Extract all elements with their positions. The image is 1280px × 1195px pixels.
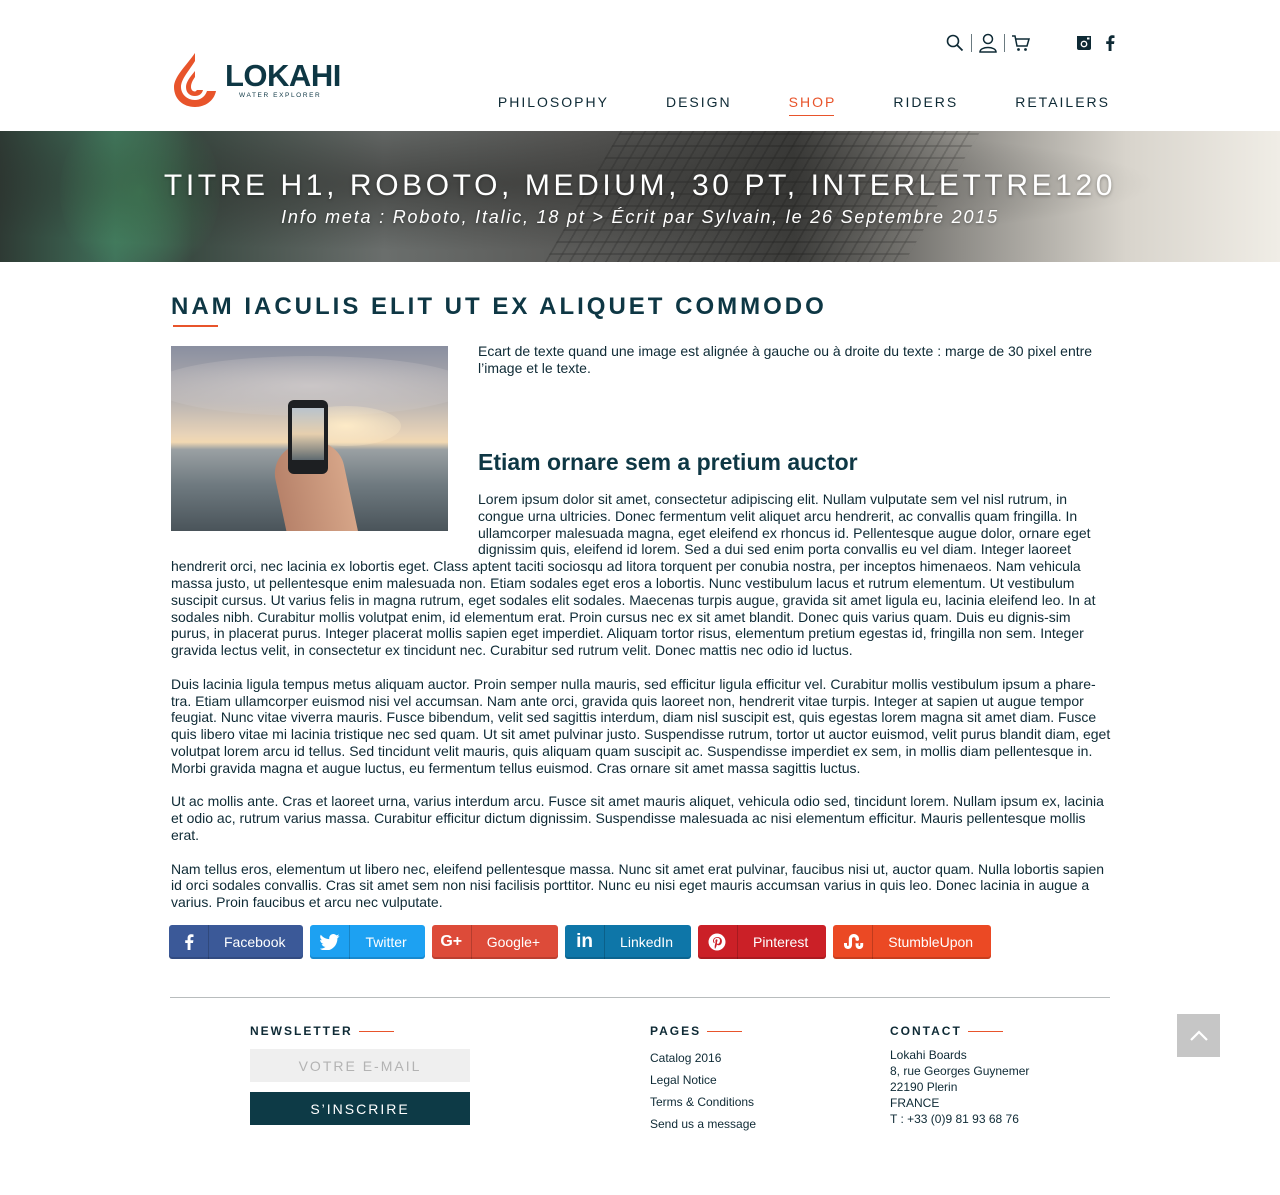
link-terms[interactable]: Terms & Conditions <box>650 1095 754 1109</box>
brand-tagline: WATER EXPLORER <box>239 92 322 99</box>
subscribe-button[interactable]: S’INSCRIRE <box>250 1092 470 1125</box>
title-underline <box>358 1031 394 1033</box>
link-legal-notice[interactable]: Legal Notice <box>650 1073 717 1087</box>
header-social <box>1074 33 1120 53</box>
newsletter-title-text: NEWSLETTER <box>250 1024 353 1038</box>
intro-text: Ecart de texte quand une image est align… <box>478 343 1093 376</box>
logo[interactable]: LOKAHI WATER EXPLORER <box>171 50 341 110</box>
contact-title: CONTACT <box>890 1024 1003 1038</box>
paragraph: Nam tellus eros, elementum ut libero nec… <box>171 860 1105 911</box>
article-subheading: Etiam ornare sem a pretium auctor <box>478 449 858 475</box>
link-catalog[interactable]: Catalog 2016 <box>650 1051 721 1065</box>
nav-design[interactable]: DESIGN <box>666 94 732 110</box>
footer-divider <box>170 997 1110 998</box>
share-label: StumbleUpon <box>888 934 974 950</box>
search-icon[interactable] <box>944 32 966 54</box>
pages-title-text: PAGES <box>650 1024 702 1038</box>
share-pinterest-button[interactable]: Pinterest <box>697 925 827 959</box>
share-twitter-button[interactable]: Twitter <box>310 925 425 959</box>
page-meta: Info meta : Roboto, Italic, 18 pt > Écri… <box>281 207 999 227</box>
nav-retailers[interactable]: RETAILERS <box>1015 94 1110 110</box>
image-wrap-space <box>171 491 478 558</box>
list-item: Legal Notice <box>650 1069 756 1091</box>
title-underline <box>707 1031 743 1033</box>
contact-line: FRANCE <box>890 1096 940 1110</box>
hero-banner: TITRE H1, ROBOTO, MEDIUM, 30 PT, INTERLE… <box>0 131 1280 262</box>
link-send-message[interactable]: Send us a message <box>650 1117 756 1131</box>
facebook-icon <box>169 925 209 959</box>
stumbleupon-icon <box>833 925 874 959</box>
main-nav: PHILOSOPHY DESIGN SHOP RIDERS RETAILERS <box>498 94 1110 116</box>
divider <box>1004 34 1005 52</box>
list-item: Send us a message <box>650 1113 756 1135</box>
nav-shop[interactable]: SHOP <box>788 94 837 116</box>
newsletter-title: NEWSLETTER <box>250 1024 394 1038</box>
contact-line: 8, rue Georges Guynemer <box>890 1064 1030 1078</box>
list-item: Terms & Conditions <box>650 1091 756 1113</box>
contact-info: Lokahi Boards 8, rue Georges Guynemer 22… <box>890 1047 1029 1127</box>
page-title: TITRE H1, ROBOTO, MEDIUM, 30 PT, INTERLE… <box>163 169 1117 202</box>
pinterest-icon <box>698 925 738 959</box>
contact-line: 22190 Plerin <box>890 1080 958 1094</box>
share-label: Google+ <box>486 934 541 950</box>
list-item: Catalog 2016 <box>650 1047 756 1069</box>
nav-riders[interactable]: RIDERS <box>893 94 958 110</box>
back-to-top-button[interactable] <box>1177 1014 1220 1057</box>
site-header: LOKAHI WATER EXPLORER PHILOSOPHY DESIGN … <box>0 0 1280 131</box>
share-stumbleupon-button[interactable]: StumbleUpon <box>833 925 992 959</box>
share-facebook-button[interactable]: Facebook <box>169 925 304 959</box>
paragraph: Ut ac mollis ante. Cras et laoreet urna,… <box>171 793 1104 843</box>
instagram-icon[interactable] <box>1074 33 1094 53</box>
contact-line: Lokahi Boards <box>890 1048 967 1062</box>
share-linkedin-button[interactable]: in LinkedIn <box>565 925 691 959</box>
user-icon[interactable] <box>977 32 999 54</box>
cart-icon[interactable] <box>1010 32 1032 54</box>
paragraph: Duis lacinia ligula tempus metus aliquam… <box>171 675 1111 776</box>
header-tools <box>944 32 1032 54</box>
heading-underline <box>173 325 218 327</box>
share-label: Twitter <box>365 934 407 950</box>
contact-title-text: CONTACT <box>890 1024 962 1038</box>
image-phone-screen <box>292 408 324 460</box>
nav-philosophy[interactable]: PHILOSOPHY <box>498 94 609 110</box>
twitter-icon <box>310 925 351 959</box>
linkedin-icon: in <box>565 925 606 959</box>
share-bar: Facebook Twitter G+ Google+ in LinkedIn … <box>169 925 998 959</box>
brand-name: LOKAHI <box>225 58 341 93</box>
facebook-icon[interactable] <box>1100 33 1120 53</box>
email-input[interactable] <box>250 1049 470 1082</box>
divider <box>971 34 972 52</box>
footer-pages-list: Catalog 2016 Legal Notice Terms & Condit… <box>650 1047 756 1135</box>
drop-logo-icon <box>174 53 216 107</box>
pages-title: PAGES <box>650 1024 743 1038</box>
google-plus-icon: G+ <box>432 925 472 959</box>
contact-line: T : +33 (0)9 81 93 68 76 <box>890 1112 1019 1126</box>
share-label: LinkedIn <box>620 934 673 950</box>
article-body: Lorem ipsum dolor sit amet, consectetur … <box>171 491 1111 928</box>
share-google-plus-button[interactable]: G+ Google+ <box>431 925 559 959</box>
title-underline <box>967 1031 1003 1033</box>
article-heading: NAM IACULIS ELIT UT EX ALIQUET COMMODO <box>171 293 827 320</box>
chevron-up-icon <box>1189 1029 1208 1041</box>
share-label: Facebook <box>224 934 286 950</box>
share-label: Pinterest <box>752 934 809 950</box>
